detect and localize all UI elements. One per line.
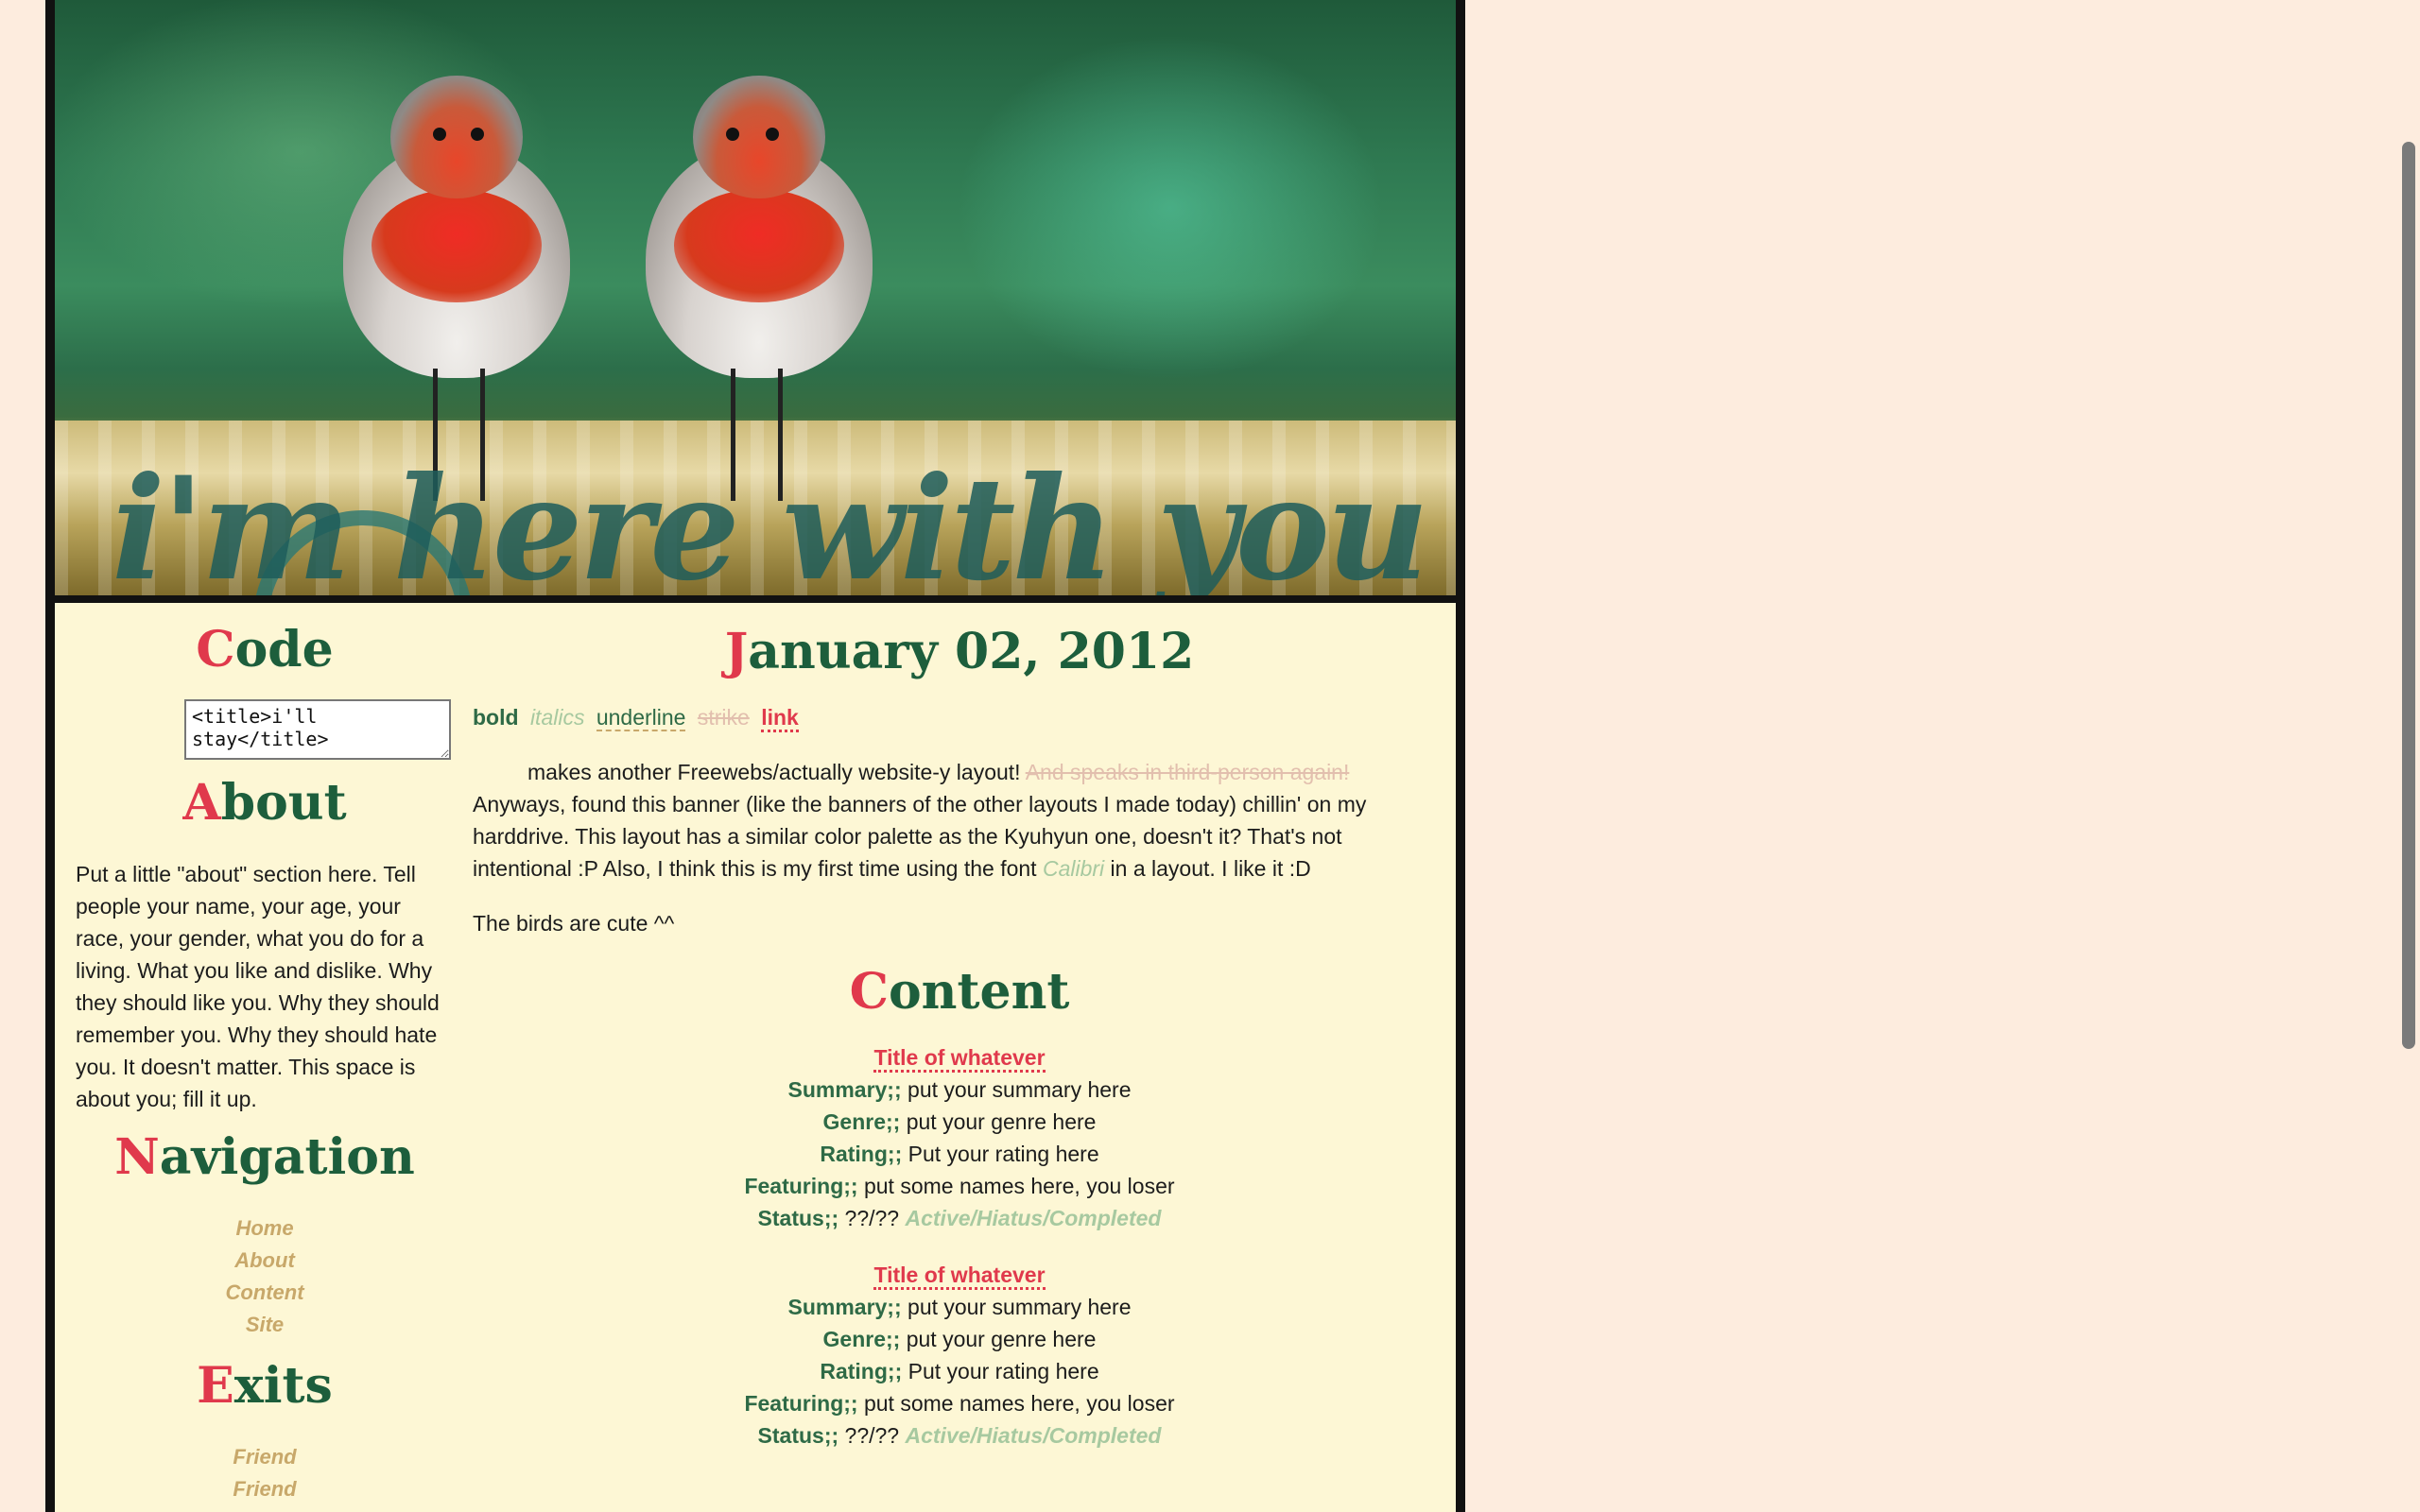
code-heading: Code	[196, 621, 334, 679]
content-panel: Code <title>i'll stay</title> About Put …	[55, 603, 1456, 1512]
banner-title: i'm here with you	[112, 446, 1429, 595]
content-entry: Title of whatever Summary;; put your sum…	[744, 1045, 1175, 1230]
struck-text: And speaks in third-person again!	[1025, 760, 1350, 784]
exit-link-friend[interactable]: Friend	[76, 1441, 454, 1473]
strike-sample: strike	[697, 705, 750, 730]
nav-link-content[interactable]: Content	[76, 1277, 454, 1309]
navigation-list: Home About Content Site	[76, 1212, 454, 1341]
header-banner: i'm here with you	[55, 0, 1456, 595]
entry-title-link[interactable]: Title of whatever	[873, 1263, 1046, 1290]
entry-title-link[interactable]: Title of whatever	[873, 1045, 1046, 1073]
font-name: Calibri	[1042, 856, 1105, 881]
code-textarea[interactable]: <title>i'll stay</title>	[184, 699, 451, 760]
exits-heading: Exits	[197, 1357, 333, 1415]
underline-sample: underline	[596, 705, 686, 731]
navigation-heading: Navigation	[114, 1128, 415, 1186]
nav-link-about[interactable]: About	[76, 1245, 454, 1277]
bold-sample: bold	[473, 705, 519, 730]
italics-sample: italics	[529, 705, 585, 730]
about-heading: About	[182, 774, 347, 832]
robin-right-image	[641, 76, 877, 501]
post-body: makes another Freewebs/actually website-…	[473, 760, 1367, 881]
format-sample-line: bold italics underline strike link	[473, 701, 804, 733]
exits-list: Friend Friend	[76, 1441, 454, 1505]
post-closing: The birds are cute ^^	[473, 911, 675, 936]
link-sample[interactable]: link	[761, 705, 799, 732]
robin-left-image	[338, 76, 575, 501]
content-entry: Title of whatever Summary;; put your sum…	[744, 1263, 1175, 1448]
exit-link-friend[interactable]: Friend	[76, 1473, 454, 1505]
scrollbar-thumb[interactable]	[2402, 142, 2415, 1049]
content-heading: Content	[849, 963, 1070, 1021]
nav-link-site[interactable]: Site	[76, 1309, 454, 1341]
nav-link-home[interactable]: Home	[76, 1212, 454, 1245]
post-date-heading: January 02, 2012	[724, 623, 1195, 680]
about-text: Put a little "about" section here. Tell …	[76, 862, 440, 1111]
